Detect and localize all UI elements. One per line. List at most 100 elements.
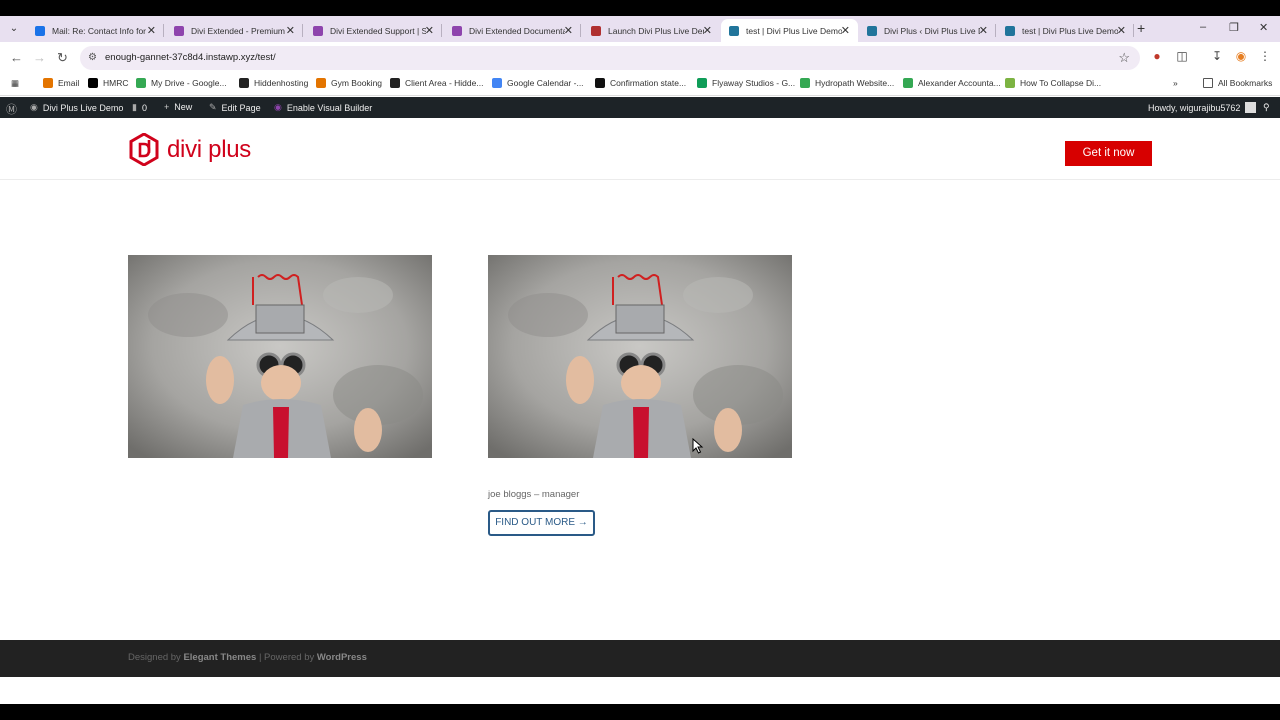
tab-close-icon[interactable]: ✕ [425,24,434,37]
member-name-role: joe bloggs – manager [488,489,580,500]
powered-by-text: | Powered by [256,652,317,663]
bookmark-favicon-icon [800,78,810,88]
bookmark-favicon-icon [316,78,326,88]
tab-close-icon[interactable]: ✕ [286,24,295,37]
elegant-themes-link[interactable]: Elegant Themes [183,652,256,663]
admin-account[interactable]: Howdy, wigurajibu5762 [1148,102,1257,113]
profile-avatar-icon[interactable]: ◉ [1234,49,1248,63]
extensions-puzzle-icon[interactable]: ◫ [1175,49,1189,63]
site-info-icon[interactable]: ⚙ [88,52,97,63]
tab-close-icon[interactable]: ✕ [1117,24,1126,37]
download-icon[interactable]: ↧ [1210,49,1224,63]
bookmark-item[interactable]: HMRC [88,78,129,88]
tab-title: test | Divi Plus Live Demo [1022,25,1118,36]
site-footer: Designed by Elegant Themes | Powered by … [0,640,1280,677]
mouse-cursor-icon [692,438,704,454]
bookmark-label: HMRC [103,78,129,88]
comment-count: 0 [141,102,147,113]
team-member-photo-2[interactable] [488,255,792,458]
address-bar[interactable]: ⚙ enough-gannet-37c8d4.instawp.xyz/test/… [80,46,1140,70]
browser-tab[interactable]: Divi Extended Support | S ✕ [305,19,442,42]
browser-menu-icon[interactable]: ⋮ [1258,49,1272,63]
wp-admin-bar: Ⓜ ◉ Divi Plus Live Demo ▮ 0 + New ✎ Edit Pag… [0,97,1280,118]
browser-window: ⌄ Mail: Re: Contact Info for ✕ Divi Extend… [0,16,1280,704]
tab-separator [995,24,996,37]
browser-tab[interactable]: test | Divi Plus Live Demo ✕ [997,19,1134,42]
all-bookmarks[interactable]: All Bookmarks [1203,78,1272,88]
bookmark-favicon-icon [239,78,249,88]
howdy-label: Howdy, wigurajibu5762 [1148,102,1241,113]
browser-tab[interactable]: Divi Extended - Premium ✕ [166,19,303,42]
tab-strip: ⌄ Mail: Re: Contact Info for ✕ Divi Extend… [0,16,1280,42]
url-text[interactable]: enough-gannet-37c8d4.instawp.xyz/test/ [105,52,276,63]
apps-grid-icon[interactable]: ▦ [11,78,19,89]
bookmark-item[interactable]: How To Collapse Di... [1005,78,1101,88]
tab-search-icon[interactable]: ⌄ [6,21,22,37]
wordpress-link[interactable]: WordPress [317,652,367,663]
get-it-now-button[interactable]: Get it now [1065,141,1152,166]
tab-favicon-icon [313,25,323,36]
bookmarks-overflow-icon[interactable]: » [1173,78,1178,88]
visual-builder-label: Enable Visual Builder [286,102,373,113]
tab-title: Divi Plus ‹ Divi Plus Live D [884,25,980,36]
tab-close-icon[interactable]: ✕ [703,24,712,37]
bookmark-item[interactable]: Confirmation state... [595,78,686,88]
tab-close-icon[interactable]: ✕ [979,24,988,37]
admin-site-name[interactable]: ◉ Divi Plus Live Demo [30,102,123,113]
tab-separator [1133,24,1134,37]
admin-comments[interactable]: ▮ 0 [132,102,147,113]
all-bookmarks-label: All Bookmarks [1218,78,1273,88]
tab-title: Divi Extended Support | S [330,25,426,36]
tab-title: Divi Extended Documenta [469,25,565,36]
bookmark-item[interactable]: Gym Booking [316,78,382,88]
tab-separator [302,24,303,37]
bookmark-item[interactable]: Hydropath Website... [800,78,894,88]
admin-visual-builder[interactable]: ◉ Enable Visual Builder [274,102,372,113]
admin-new[interactable]: + New [164,102,192,112]
bookmark-favicon-icon [88,78,98,88]
bookmark-item[interactable]: Client Area - Hidde... [390,78,483,88]
new-label: New [174,102,193,112]
reload-icon[interactable]: ↻ [57,50,68,66]
browser-tab[interactable]: test | Divi Plus Live Demo ✕ [721,19,858,42]
bookmark-item[interactable]: Email [43,78,79,88]
bookmark-item[interactable]: My Drive - Google... [136,78,227,88]
divi-icon: ◉ [274,102,282,112]
find-out-more-button[interactable]: FIND OUT MORE → [488,510,595,536]
forward-icon[interactable]: → [33,50,46,65]
extension-icon[interactable]: ● [1150,49,1164,63]
browser-tab[interactable]: Mail: Re: Contact Info for ✕ [27,19,164,42]
bookmark-label: Flyaway Studios - G... [712,78,796,88]
tab-separator [163,24,164,37]
tab-close-icon[interactable]: ✕ [147,24,156,37]
back-icon[interactable]: ← [10,50,23,65]
bookmark-label: How To Collapse Di... [1020,78,1102,88]
minimize-icon[interactable]: – [1200,21,1206,33]
admin-edit-page[interactable]: ✎ Edit Page [209,102,261,113]
bookmark-label: Alexander Accounta... [918,78,1001,88]
browser-tab[interactable]: Divi Plus ‹ Divi Plus Live D ✕ [859,19,996,42]
tab-close-icon[interactable]: ✕ [564,24,573,37]
tab-title: test | Divi Plus Live Demo [746,25,842,36]
admin-search-icon[interactable]: ⚲ [1263,102,1270,113]
bookmark-item[interactable]: Google Calendar -... [492,78,584,88]
bookmark-star-icon[interactable]: ☆ [1118,50,1130,66]
bookmark-favicon-icon [697,78,707,88]
close-window-icon[interactable]: ✕ [1259,21,1268,34]
browser-tab[interactable]: Launch Divi Plus Live Dem ✕ [583,19,720,42]
bookmark-item[interactable]: Alexander Accounta... [903,78,1001,88]
restore-icon[interactable]: ❐ [1229,21,1239,34]
kid-with-helmet-image-2 [488,255,792,458]
bookmark-label: Client Area - Hidde... [405,78,484,88]
new-tab-button[interactable]: + [1137,20,1145,36]
bookmark-item[interactable]: Flyaway Studios - G... [697,78,795,88]
site-logo[interactable]: divi plus [129,133,251,166]
tab-close-icon[interactable]: ✕ [841,24,850,37]
designed-by-text: Designed by [128,652,184,663]
bookmark-item[interactable]: Hiddenhosting [239,78,308,88]
tab-separator [580,24,581,37]
tab-favicon-icon [591,25,601,36]
wordpress-logo-icon[interactable]: Ⓜ [6,101,22,117]
user-avatar [1245,102,1257,113]
browser-tab[interactable]: Divi Extended Documenta ✕ [444,19,581,42]
